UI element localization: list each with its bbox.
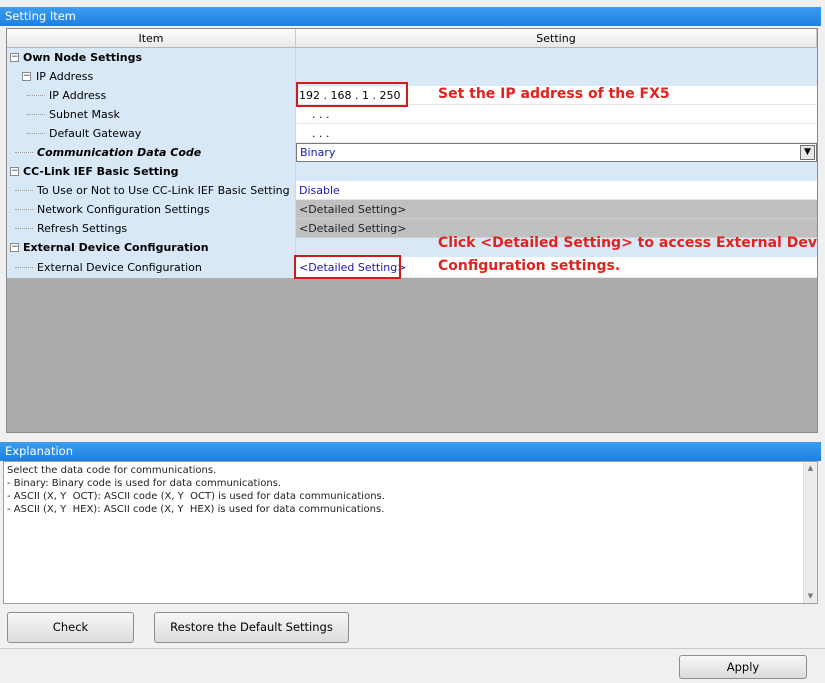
collapse-icon[interactable]: − (10, 167, 19, 176)
scroll-up-icon[interactable]: ▲ (804, 462, 817, 475)
tree-row-use-cc-link-ief-basic[interactable]: To Use or Not to Use CC-Link IEF Basic S… (7, 181, 817, 200)
tree-row-default-gateway[interactable]: Default Gateway . . . (7, 124, 817, 143)
tree-row-network-configuration-settings[interactable]: Network Configuration Settings <Detailed… (7, 200, 817, 219)
tree-row-external-device-configuration[interactable]: External Device Configuration <Detailed … (7, 255, 817, 279)
row-setting (296, 162, 817, 181)
row-label: Communication Data Code (37, 146, 202, 159)
tree-row-ip-address[interactable]: IP Address 192 . 168 . 1 . 250 (7, 86, 817, 105)
check-button[interactable]: Check (7, 612, 134, 643)
row-setting (296, 48, 817, 67)
row-label: External Device Configuration (37, 261, 202, 274)
dropdown-arrow-icon[interactable]: ▼ (800, 145, 815, 160)
annotation-ip: Set the IP address of the FX5 (438, 86, 670, 102)
tree-row-own-node-settings[interactable]: − Own Node Settings (7, 48, 817, 67)
tree-row-ip-address-group[interactable]: − IP Address (7, 67, 817, 86)
scroll-down-icon[interactable]: ▼ (804, 590, 817, 603)
row-label: IP Address (49, 89, 107, 102)
use-cc-link-ief-select[interactable]: Disable (296, 181, 817, 200)
tree-row-subnet-mask[interactable]: Subnet Mask . . . (7, 105, 817, 124)
collapse-icon[interactable]: − (10, 243, 19, 252)
row-label: Own Node Settings (23, 51, 143, 64)
explanation-panel: Select the data code for communications.… (3, 461, 818, 604)
collapse-icon[interactable]: − (10, 53, 19, 62)
setting-item-header: Setting Item (0, 7, 821, 26)
explanation-text: Select the data code for communications.… (7, 465, 385, 515)
restore-default-settings-button[interactable]: Restore the Default Settings (154, 612, 349, 643)
row-label: IP Address (36, 70, 94, 83)
tree-row-cc-link-ief-basic-setting[interactable]: − CC-Link IEF Basic Setting (7, 162, 817, 181)
apply-button[interactable]: Apply (679, 655, 807, 679)
row-label: Default Gateway (49, 127, 142, 140)
row-label: Network Configuration Settings (37, 203, 210, 216)
subnet-mask-input[interactable]: . . . (296, 105, 817, 124)
default-gateway-input[interactable]: . . . (296, 124, 817, 143)
tree-row-communication-data-code[interactable]: Communication Data Code Binary ▼ (7, 143, 817, 162)
explanation-header: Explanation (0, 442, 821, 461)
setting-grid: Item Setting − Own Node Settings − IP Ad… (6, 28, 818, 433)
communication-data-code-select[interactable]: Binary ▼ (296, 143, 817, 162)
annotation-detail-line1: Click <Detailed Setting> to access Exter… (438, 235, 818, 251)
row-label: CC-Link IEF Basic Setting (23, 165, 179, 178)
row-label: External Device Configuration (23, 241, 209, 254)
highlight-box (294, 255, 401, 279)
divider (0, 648, 825, 649)
row-label: Subnet Mask (49, 108, 120, 121)
highlight-box (296, 82, 408, 107)
row-label: Refresh Settings (37, 222, 128, 235)
network-configuration-detailed-setting[interactable]: <Detailed Setting> (296, 200, 817, 219)
selected-value: Binary (300, 146, 336, 159)
collapse-icon[interactable]: − (22, 72, 31, 81)
annotation-detail-line2: Configuration settings. (438, 258, 621, 274)
column-header-item[interactable]: Item (7, 29, 296, 48)
column-header-setting[interactable]: Setting (296, 29, 817, 48)
explanation-scrollbar[interactable]: ▲ ▼ (803, 462, 817, 603)
parameter-window: Setting Item Item Setting − Own Node Set… (0, 0, 825, 683)
row-label: To Use or Not to Use CC-Link IEF Basic S… (37, 184, 290, 197)
